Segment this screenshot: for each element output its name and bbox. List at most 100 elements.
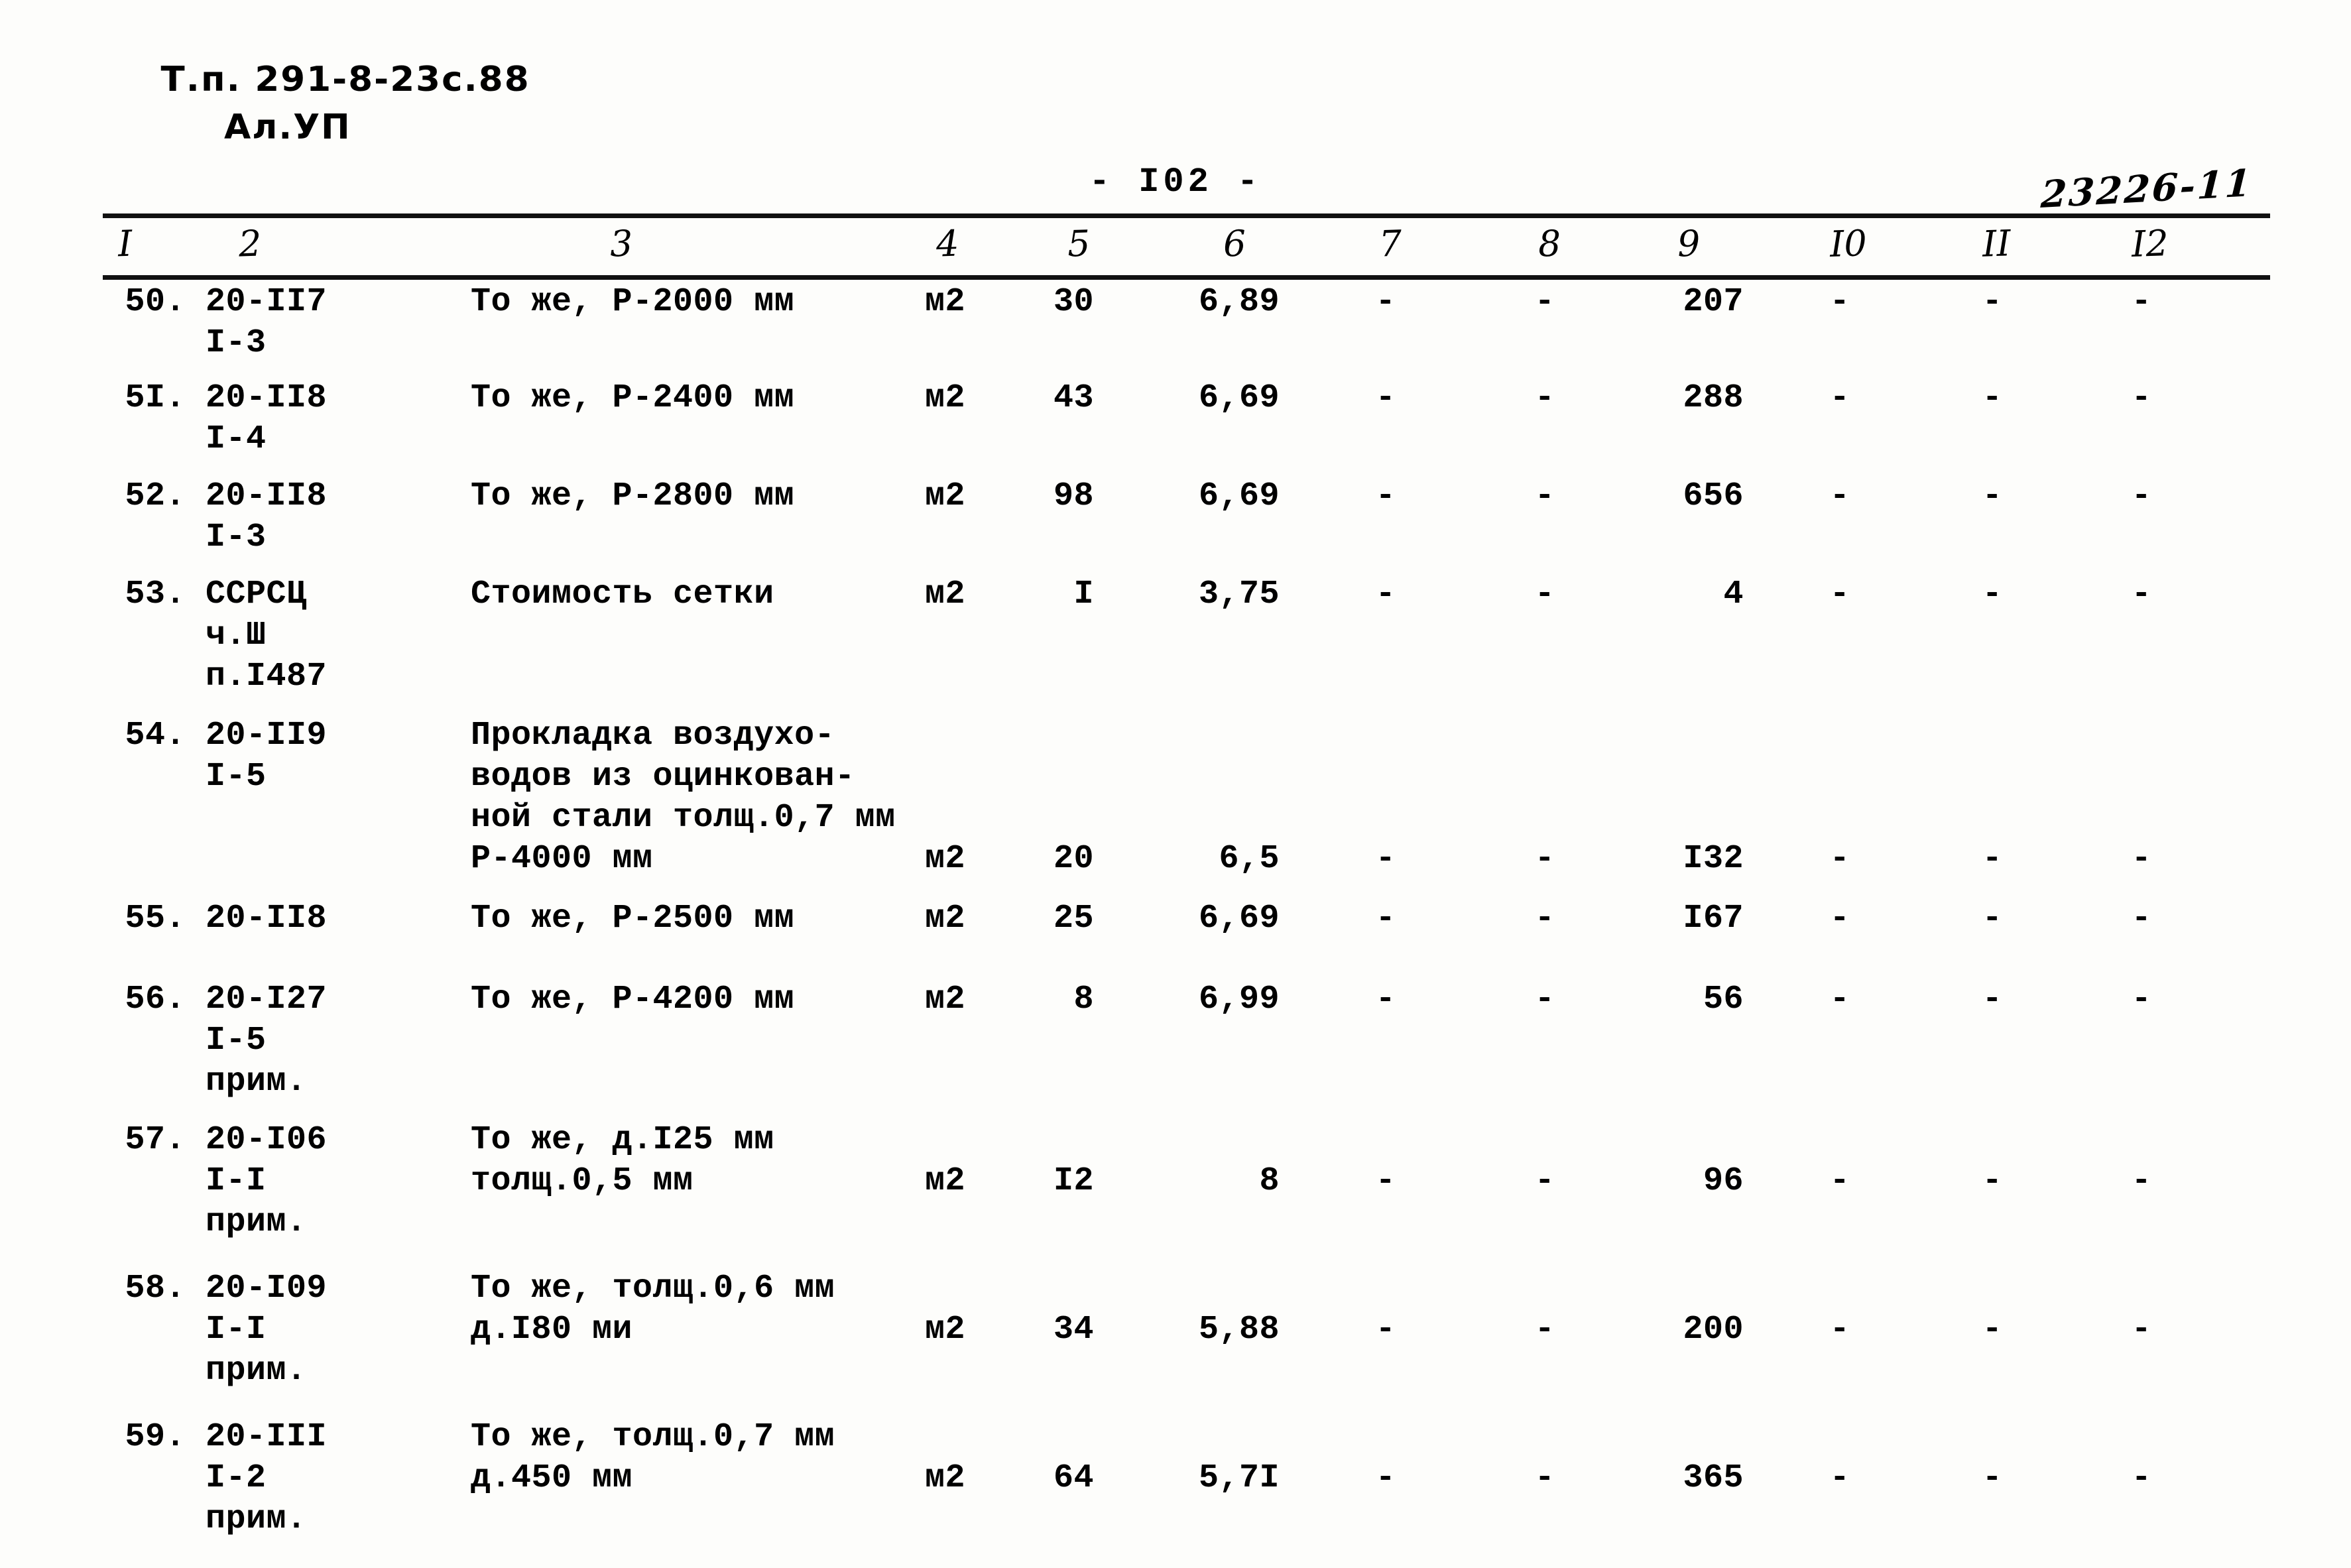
page-header: Т.п. 291-8-23с.88 Ал.УП - I02 - 23226-11 [0, 46, 2351, 217]
cell-c9: 56 [1703, 981, 1744, 1018]
cell-c5: I [1073, 575, 1094, 613]
cell-c5: 8 [1073, 981, 1094, 1018]
cell-no: 59. [125, 1418, 186, 1456]
cell-c9: 4 [1723, 575, 1744, 613]
table-row: 53. ССРСЦ ч.Ш п.I487 Стоимость сетки м2 I 3,7… [0, 574, 2351, 715]
cell-c5: 20 [1053, 840, 1094, 878]
cell-code: 20-I06 I-I прим. [206, 1121, 328, 1241]
cell-c11: - [1982, 575, 2003, 613]
cell-c11: - [1982, 1162, 2003, 1200]
cell-c8: - [1534, 1311, 1555, 1349]
cell-unit: м2 [925, 1162, 966, 1200]
cell-c9: 96 [1703, 1162, 1744, 1200]
cell-c5: 34 [1053, 1311, 1094, 1349]
cell-c6: 6,69 [1198, 477, 1280, 515]
cell-c7: - [1375, 1162, 1396, 1200]
cell-no: 58. [125, 1270, 186, 1307]
cell-c7: - [1375, 1311, 1396, 1349]
cell-c8: - [1534, 477, 1555, 515]
cell-c5: 43 [1053, 379, 1094, 417]
cell-c8: - [1534, 1459, 1555, 1497]
cell-c12: - [2131, 900, 2152, 937]
cell-desc: То же, Р-2500 мм [471, 900, 795, 937]
cell-no: 55. [125, 900, 186, 937]
table-row: 58. 20-I09 I-I прим. То же, толщ.0,6 мм д.… [0, 1268, 2351, 1417]
cell-c11: - [1982, 900, 2003, 937]
table-column-headers: I 2 3 4 5 6 7 8 9 I0 II I2 [0, 222, 2351, 273]
cell-c5: 30 [1053, 283, 1094, 321]
cell-desc: То же, Р-4200 мм [471, 981, 795, 1018]
cell-c10: - [1829, 1311, 1850, 1349]
cell-c6: 6,89 [1198, 283, 1280, 321]
cell-c11: - [1982, 1311, 2003, 1349]
cell-c11: - [1982, 283, 2003, 321]
column-header-1: I [117, 222, 133, 265]
table-row: 52. 20-II8 I-3 То же, Р-2800 мм м2 98 6,69 - - 6… [0, 476, 2351, 574]
cell-c6: 6,69 [1198, 379, 1280, 417]
cell-c7: - [1375, 575, 1396, 613]
column-header-8: 8 [1537, 222, 1562, 265]
cell-c11: - [1982, 1459, 2003, 1497]
cell-unit: м2 [925, 1459, 966, 1497]
cell-c6: 3,75 [1198, 575, 1280, 613]
cell-code: ССРСЦ ч.Ш п.I487 [206, 575, 328, 695]
page-number: - I02 - [1089, 162, 1262, 202]
cell-c12: - [2131, 981, 2152, 1018]
column-header-11: II [1981, 222, 2012, 265]
column-header-9: 9 [1676, 222, 1701, 265]
cell-c10: - [1829, 981, 1850, 1018]
cell-c12: - [2131, 477, 2152, 515]
cell-c12: - [2131, 1311, 2152, 1349]
cell-c10: - [1829, 1459, 1850, 1497]
cell-desc: Стоимость сетки [471, 575, 774, 613]
cell-desc: Прокладка воздухо- водов из оцинкован- н… [471, 717, 896, 878]
cell-code: 20-II7 I-3 [206, 283, 328, 362]
table-row: 55. 20-II8 То же, Р-2500 мм м2 25 6,69 - - I67 - -… [0, 898, 2351, 979]
cell-no: 5I. [125, 379, 186, 417]
cell-c11: - [1982, 840, 2003, 878]
cell-c6: 5,88 [1198, 1311, 1280, 1349]
cell-c7: - [1375, 283, 1396, 321]
column-header-4: 4 [935, 222, 960, 265]
cell-c7: - [1375, 1459, 1396, 1497]
cell-code: 20-III I-2 прим. [206, 1418, 328, 1538]
column-header-12: I2 [2130, 222, 2169, 265]
cell-c8: - [1534, 900, 1555, 937]
table-row: 59. 20-III I-2 прим. То же, толщ.0,7 мм д.… [0, 1417, 2351, 1563]
cell-desc: То же, Р-2800 мм [471, 477, 795, 515]
table-row: 56. 20-I27 I-5 прим. То же, Р-4200 мм м2 8 6,… [0, 979, 2351, 1120]
cell-c8: - [1534, 575, 1555, 613]
cell-unit: м2 [925, 283, 966, 321]
cell-c9: 200 [1683, 1311, 1744, 1349]
cell-unit: м2 [925, 477, 966, 515]
cell-c9: 365 [1683, 1459, 1744, 1497]
cell-c5: I2 [1053, 1162, 1094, 1200]
cell-desc: То же, толщ.0,7 мм д.450 мм [471, 1418, 835, 1497]
cell-unit: м2 [925, 900, 966, 937]
cell-c6: 8 [1259, 1162, 1280, 1200]
cell-code: 20-I27 I-5 прим. [206, 981, 328, 1101]
cell-unit: м2 [925, 981, 966, 1018]
cell-c9: I67 [1683, 900, 1744, 937]
cell-c9: 207 [1683, 283, 1744, 321]
table-row: 54. 20-II9 I-5 Прокладка воздухо- водов из… [0, 715, 2351, 898]
document-page: Т.п. 291-8-23с.88 Ал.УП - I02 - 23226-11… [0, 0, 2351, 1568]
cell-c5: 25 [1053, 900, 1094, 937]
cell-c8: - [1534, 981, 1555, 1018]
cell-c11: - [1982, 477, 2003, 515]
column-header-6: 6 [1222, 222, 1247, 265]
cell-c12: - [2131, 379, 2152, 417]
cell-c8: - [1534, 283, 1555, 321]
document-code: Т.п. 291-8-23с.88 [160, 60, 530, 99]
cell-c5: 64 [1053, 1459, 1094, 1497]
cell-c10: - [1829, 283, 1850, 321]
column-header-10: I0 [1829, 222, 1868, 265]
cell-code: 20-II8 [206, 900, 328, 937]
cell-no: 53. [125, 575, 186, 613]
album-label: Ал.УП [224, 107, 351, 147]
cell-code: 20-II8 I-3 [206, 477, 328, 556]
cell-c5: 98 [1053, 477, 1094, 515]
cell-c12: - [2131, 1162, 2152, 1200]
cell-c10: - [1829, 900, 1850, 937]
column-header-5: 5 [1066, 222, 1091, 265]
